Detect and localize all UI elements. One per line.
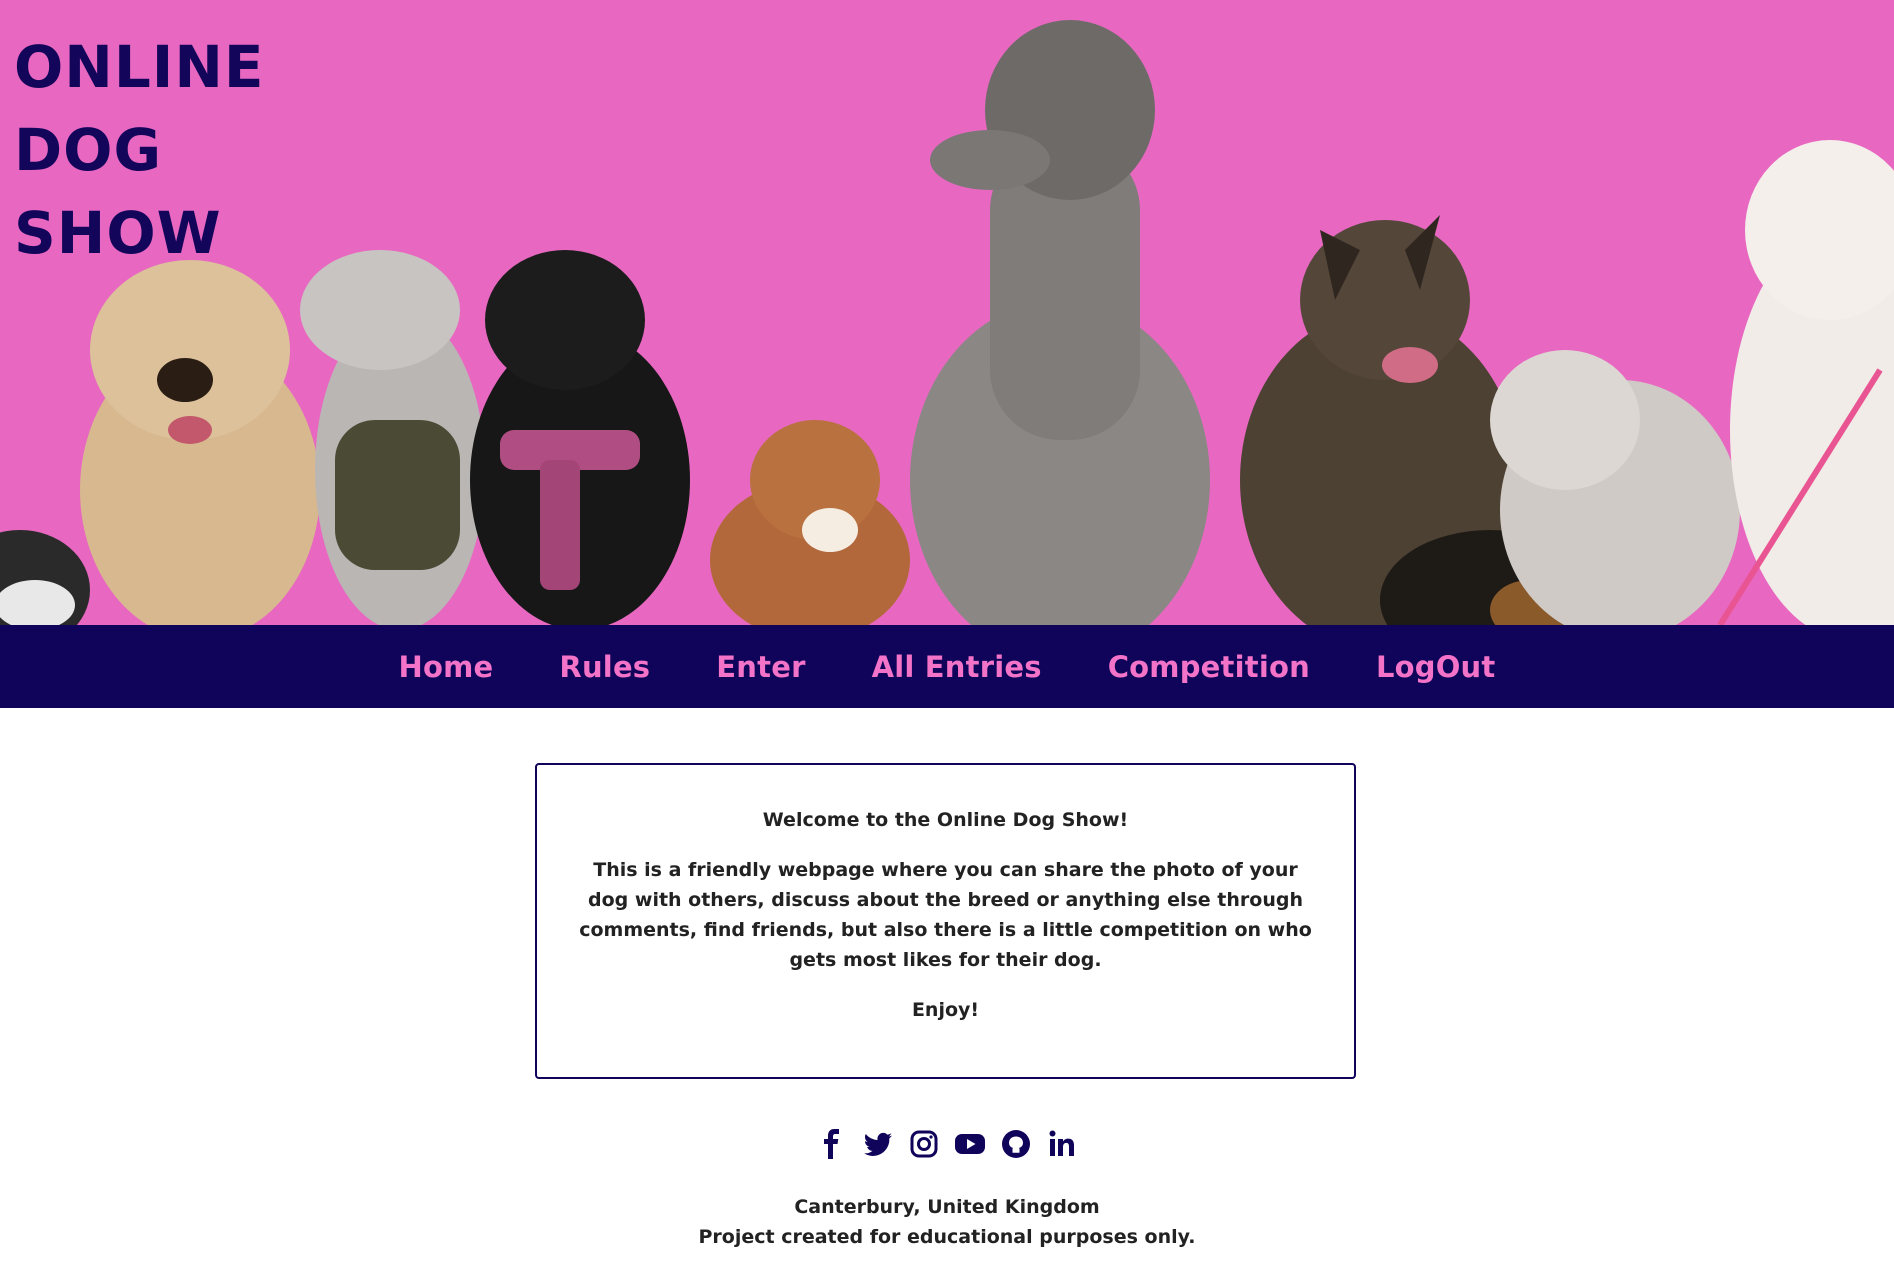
welcome-body: This is a friendly webpage where you can… (579, 859, 1312, 971)
welcome-card: Welcome to the Online Dog Show! This is … (535, 763, 1356, 1079)
dogs-photo (0, 0, 1894, 625)
nav-item-competition[interactable]: Competition (1108, 650, 1310, 684)
social-links (0, 1128, 1894, 1160)
twitter-icon[interactable] (862, 1128, 894, 1160)
footer: Canterbury, United Kingdom Project creat… (0, 1192, 1894, 1252)
youtube-icon[interactable] (954, 1128, 986, 1160)
instagram-icon[interactable] (908, 1128, 940, 1160)
nav-item-logout[interactable]: LogOut (1376, 650, 1496, 684)
facebook-icon[interactable] (816, 1128, 848, 1160)
linkedin-icon[interactable] (1046, 1128, 1078, 1160)
main-nav: Home Rules Enter All Entries Competition… (0, 625, 1894, 708)
welcome-closing: Enjoy! (911, 999, 980, 1021)
hero-banner: ONLINE DOG SHOW (0, 0, 1894, 625)
site-title: ONLINE DOG SHOW (14, 26, 265, 275)
nav-item-rules[interactable]: Rules (559, 650, 650, 684)
nav-item-home[interactable]: Home (399, 650, 494, 684)
footer-note: Project created for educational purposes… (698, 1226, 1196, 1248)
nav-item-all-entries[interactable]: All Entries (872, 650, 1042, 684)
site-title-line: ONLINE (14, 33, 265, 101)
footer-location: Canterbury, United Kingdom (794, 1196, 1100, 1218)
site-title-line: SHOW (14, 199, 222, 267)
site-title-line: DOG (14, 116, 163, 184)
nav-item-enter[interactable]: Enter (716, 650, 805, 684)
github-icon[interactable] (1000, 1128, 1032, 1160)
welcome-heading: Welcome to the Online Dog Show! (762, 809, 1129, 831)
